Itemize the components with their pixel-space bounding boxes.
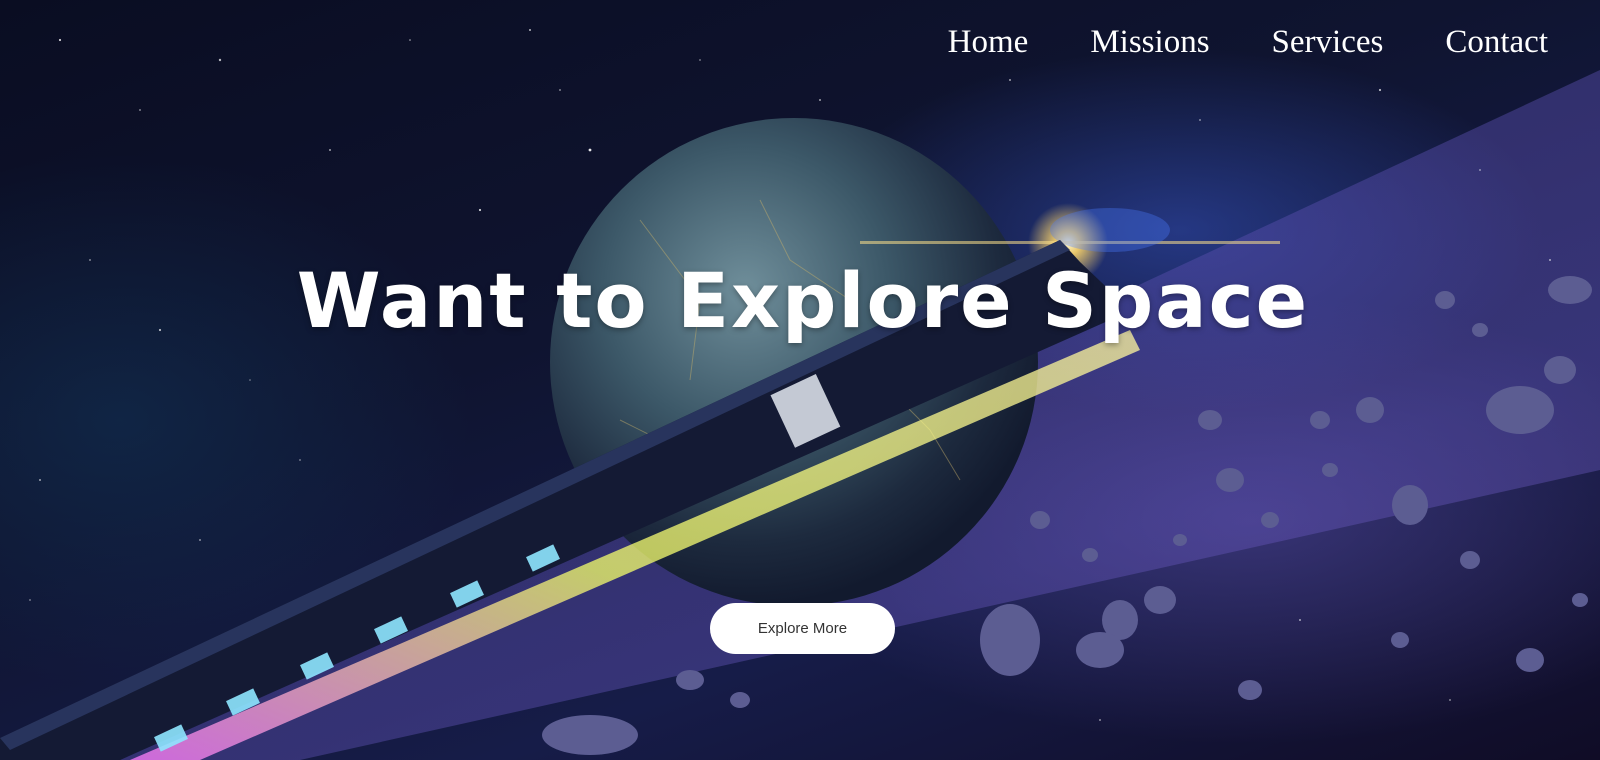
main-nav: Home Missions Services Contact xyxy=(948,22,1548,62)
nav-link-missions[interactable]: Missions xyxy=(1090,22,1209,62)
explore-more-button[interactable]: Explore More xyxy=(710,603,895,654)
nav-link-services[interactable]: Services xyxy=(1272,22,1384,62)
nav-link-contact[interactable]: Contact xyxy=(1445,22,1548,62)
nav-link-home[interactable]: Home xyxy=(948,22,1029,62)
hero-section: Home Missions Services Contact Want to E… xyxy=(0,0,1600,760)
hero-headline: Want to Explore Space xyxy=(296,256,1310,345)
